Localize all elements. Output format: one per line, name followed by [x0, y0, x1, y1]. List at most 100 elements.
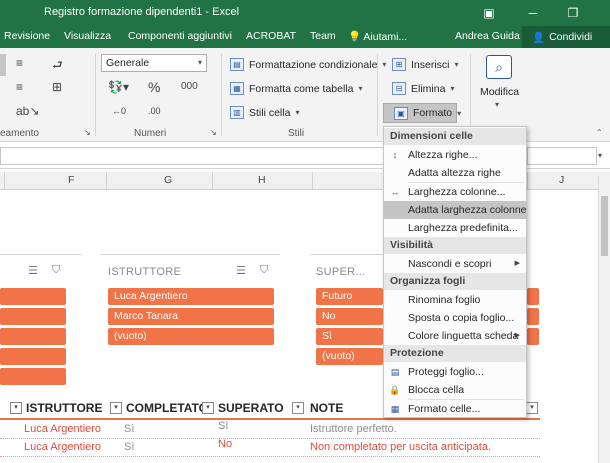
slicer-item-partial[interactable] [0, 288, 66, 305]
conditional-formatting-button[interactable]: ▤ Formattazione condizionale ▾ [230, 58, 386, 71]
row-divider [0, 438, 540, 439]
slicer-item-partial[interactable] [0, 308, 66, 325]
align-center-icon[interactable]: ≡ [16, 56, 23, 70]
menu-item-rename-sheet[interactable]: Rinomina foglio [384, 291, 526, 309]
menu-item-protect-sheet[interactable]: ▤ Proteggi foglio... [384, 363, 526, 381]
column-header-g[interactable]: G [164, 174, 172, 186]
column-separator [212, 172, 213, 190]
insert-cells-icon: ⊞ [392, 58, 406, 71]
format-cells-button[interactable]: ▣ Formato ▾ [383, 103, 461, 123]
filter-dropdown-icon[interactable]: ▾ [110, 402, 122, 414]
filter-dropdown-icon[interactable]: ▾ [526, 402, 538, 414]
slicer-item-futuro[interactable]: Futuro [316, 288, 383, 305]
menu-section-organize-sheets: Organizza fogli [384, 273, 526, 290]
menu-item-autofit-column-width[interactable]: Adatta larghezza colonne [384, 201, 527, 219]
column-header-j[interactable]: J [559, 174, 564, 186]
filter-dropdown-icon[interactable]: ▾ [292, 402, 304, 414]
slicer-title-superato: SUPER... [316, 266, 366, 278]
format-cells-icon: ▦ [390, 404, 400, 414]
slicer-item-vuoto[interactable]: (vuoto) [108, 328, 274, 345]
column-header-f[interactable]: F [68, 174, 74, 186]
tell-me-box[interactable]: 💡 Aiutami... [348, 30, 407, 43]
cell-styles-button[interactable]: ▥ Stili cella ▾ [230, 106, 299, 119]
slicer-item-partial[interactable] [527, 288, 539, 305]
slicer-item-luca-argentiero[interactable]: Luca Argentiero [108, 288, 274, 305]
table-cell[interactable]: Luca Argentiero [24, 423, 101, 435]
chevron-down-icon: ▾ [358, 84, 363, 93]
multi-select-icon[interactable]: ☰ [28, 264, 38, 277]
currency-icon[interactable]: 💱▾ [108, 80, 129, 94]
menu-item-row-height[interactable]: ↕ Altezza righe... [384, 146, 526, 164]
wrap-text-icon[interactable]: ⮐ [52, 56, 63, 77]
restore-icon[interactable]: ❐ [556, 0, 590, 26]
tab-team[interactable]: Team [310, 30, 336, 42]
table-cell[interactable]: Sì [218, 420, 228, 432]
slicer-item-si[interactable]: Sì [316, 328, 383, 345]
table-cell[interactable]: Istruttore perfetto. [310, 423, 397, 435]
expand-formula-icon[interactable]: ▾ [598, 151, 602, 160]
insert-cells-button[interactable]: ⊞ Inserisci ▾ [392, 58, 459, 71]
orientation-icon[interactable]: ab↘ [16, 104, 39, 118]
clear-filter-icon[interactable]: ⛉ [52, 264, 60, 277]
lightbulb-icon: 💡 [348, 31, 362, 43]
table-cell[interactable]: Luca Argentiero [24, 441, 101, 453]
slicer-item-partial[interactable] [527, 308, 539, 325]
slicer-item-partial[interactable] [527, 328, 539, 345]
formula-input[interactable] [0, 147, 384, 165]
filter-dropdown-icon[interactable]: ▾ [202, 402, 214, 414]
menu-item-move-copy-sheet[interactable]: Sposta o copia foglio... [384, 309, 526, 327]
table-cell[interactable]: Sì [124, 423, 134, 435]
thousands-separator-icon[interactable]: 000 [181, 81, 198, 92]
decrease-decimal-icon[interactable]: .00 [148, 106, 161, 116]
merge-center-icon[interactable]: ⊞ [52, 80, 62, 94]
table-cell[interactable]: Sì [124, 441, 134, 453]
slicer-item-marco-tanara[interactable]: Marco Tanara [108, 308, 274, 325]
search-icon[interactable]: ⌕ [486, 55, 512, 79]
multi-select-icon[interactable]: ☰ [236, 264, 246, 277]
align-justify-icon[interactable]: ≡ [16, 80, 23, 94]
slicer-item-partial[interactable] [0, 348, 66, 365]
slicer-item-partial[interactable] [0, 368, 66, 385]
table-cell[interactable]: Non completato per uscita anticipata. [310, 441, 491, 453]
menu-item-column-width[interactable]: ↔ Larghezza colonne... [384, 183, 526, 201]
account-name[interactable]: Andrea Guida [455, 30, 520, 42]
menu-section-cell-size: Dimensioni celle [384, 128, 526, 145]
editing-label[interactable]: Modifica [480, 86, 519, 98]
align-button-partial[interactable] [0, 54, 6, 76]
minimize-icon[interactable]: ─ [516, 0, 550, 26]
menu-item-default-width[interactable]: Larghezza predefinita... [384, 219, 526, 237]
tab-visualizza[interactable]: Visualizza [64, 30, 111, 42]
menu-item-tab-color[interactable]: Colore linguetta scheda ▶ [384, 327, 526, 345]
vertical-scrollbar[interactable] [598, 176, 610, 463]
ribbon-display-options-icon[interactable]: ▣ [472, 0, 506, 26]
number-format-select[interactable]: Generale ▾ [101, 54, 207, 72]
clear-filter-icon[interactable]: ⛉ [260, 264, 268, 277]
delete-cells-button[interactable]: ⊟ Elimina ▾ [392, 82, 454, 95]
menu-item-hide-unhide[interactable]: Nascondi e scopri ▶ [384, 255, 526, 273]
chevron-down-icon[interactable]: ▾ [495, 100, 499, 109]
slicer-item-no[interactable]: No [316, 308, 383, 325]
scrollbar-thumb[interactable] [601, 196, 608, 256]
column-header-h[interactable]: H [258, 174, 266, 186]
dialog-launcher-icon[interactable]: ↘ [210, 128, 217, 137]
table-cell[interactable]: No [218, 438, 232, 450]
slicer-frame [100, 254, 280, 255]
dialog-launcher-icon[interactable]: ↘ [84, 128, 91, 137]
menu-item-autofit-row-height[interactable]: Adatta altezza righe [384, 164, 526, 182]
menu-item-lock-cell[interactable]: 🔒 Blocca cella [384, 381, 526, 399]
tab-acrobat[interactable]: ACROBAT [246, 30, 296, 42]
percent-icon[interactable]: % [148, 79, 160, 95]
filter-dropdown-icon[interactable]: ▾ [10, 402, 22, 414]
tab-componenti-aggiuntivi[interactable]: Componenti aggiuntivi [128, 30, 232, 42]
share-button[interactable]: 👤 Condividi [522, 26, 610, 48]
menu-item-label: Altezza righe... [408, 149, 478, 161]
formula-input-extension[interactable] [527, 147, 597, 165]
tab-revisione[interactable]: Revisione [4, 30, 50, 42]
menu-item-label: Proteggi foglio... [408, 366, 484, 378]
increase-decimal-icon[interactable]: ←0 [112, 106, 126, 116]
slicer-item-partial[interactable] [0, 328, 66, 345]
collapse-ribbon-icon[interactable]: ⌃ [596, 128, 603, 137]
slicer-item-vuoto[interactable]: (vuoto) [316, 348, 383, 365]
menu-item-format-cells[interactable]: ▦ Formato celle... [384, 400, 526, 418]
format-as-table-button[interactable]: ▦ Formatta come tabella ▾ [230, 82, 362, 95]
